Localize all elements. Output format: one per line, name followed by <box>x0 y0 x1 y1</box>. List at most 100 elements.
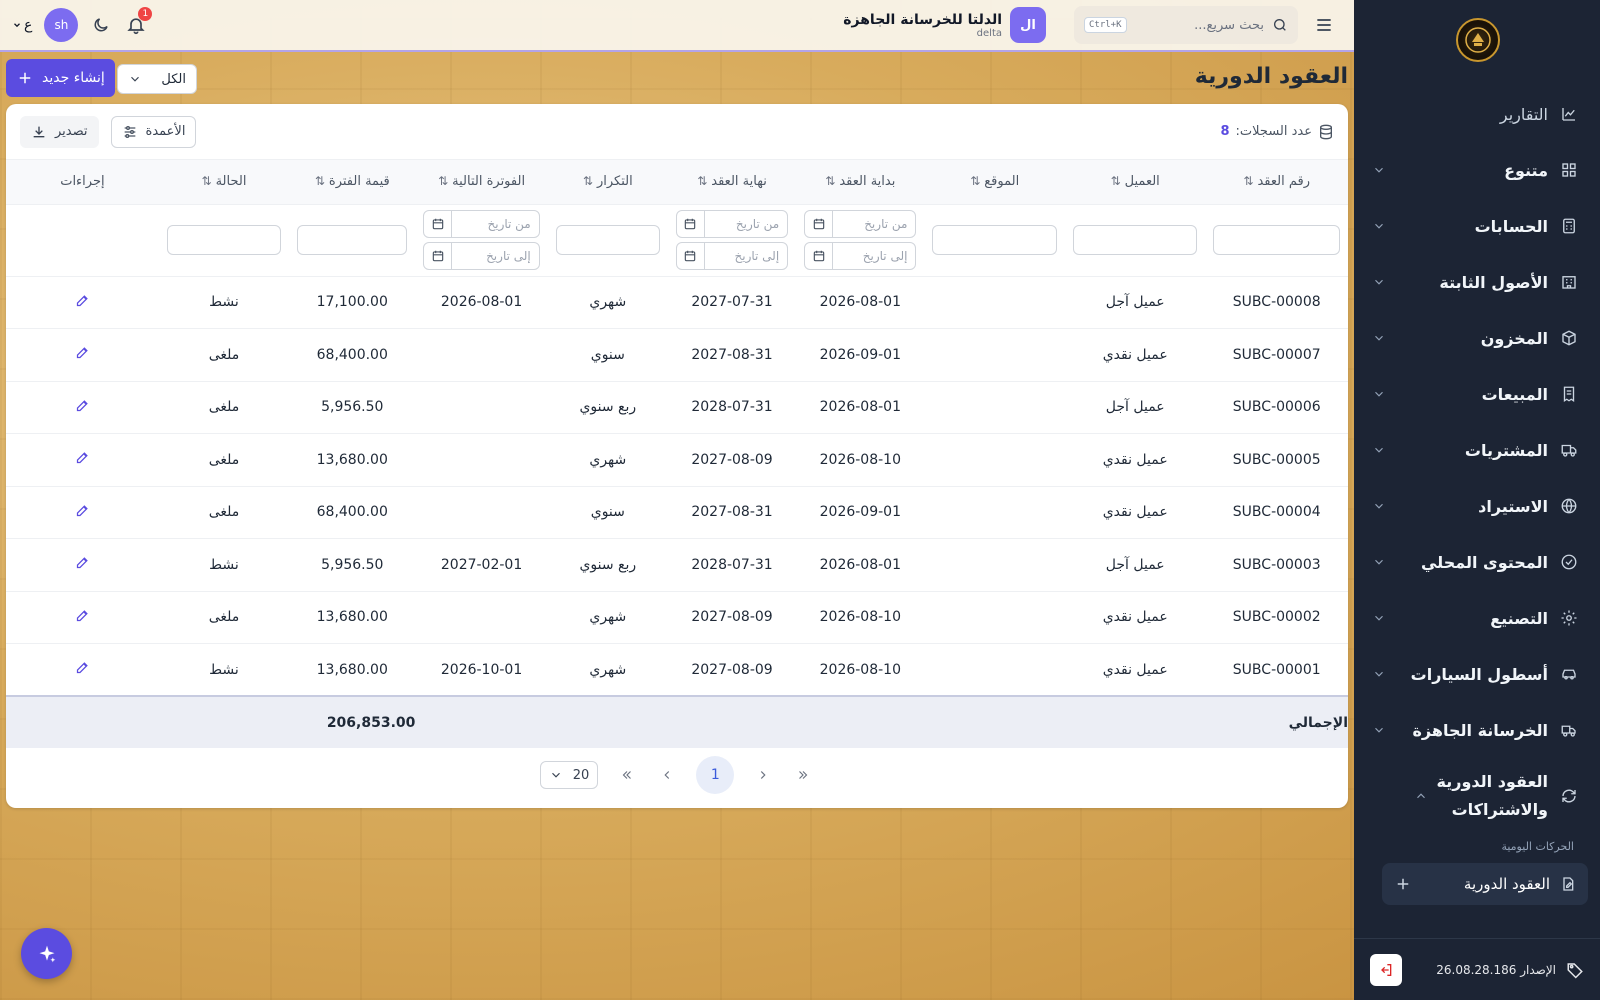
date-from-input[interactable]: من تاريخ <box>423 210 540 238</box>
sidebar-item-8[interactable]: المحتوى المحلي <box>1354 534 1600 590</box>
edit-icon[interactable] <box>75 345 90 360</box>
table-row[interactable]: SUBC-00003 عميل آجل 2026-08-01 2028-07-31 رب… <box>6 538 1348 592</box>
table-row[interactable]: SUBC-00004 عميل نقدي 2026-09-01 2027-08-31 س… <box>6 486 1348 539</box>
quick-search[interactable]: بحث سريع... Ctrl+K <box>1074 6 1298 44</box>
sort-icon: ⇅ <box>201 174 212 189</box>
ai-assistant-button[interactable] <box>21 928 72 979</box>
date-from-input[interactable]: من تاريخ <box>675 210 789 238</box>
date-to-input[interactable]: إلى تاريخ <box>675 242 789 270</box>
sidebar-item-6[interactable]: المشتريات <box>1354 422 1600 478</box>
sidebar-item-3[interactable]: الأصول الثابتة <box>1354 254 1600 310</box>
col-header-site[interactable]: الموقع⇅ <box>924 160 1065 205</box>
cell-start: 2026-08-10 <box>796 433 925 487</box>
col-header-end[interactable]: نهاية العقد⇅ <box>667 160 797 205</box>
col-header-customer[interactable]: العميل⇅ <box>1064 160 1206 205</box>
chevrons-left-icon <box>622 771 632 779</box>
sidebar-item-2[interactable]: الحسابات <box>1354 198 1600 254</box>
date-from-input[interactable]: من تاريخ <box>804 210 917 238</box>
table-row[interactable]: SUBC-00008 عميل آجل 2026-08-01 2027-07-31 شه… <box>6 276 1348 329</box>
filter-period-value[interactable] <box>297 225 408 255</box>
sidebar-item-1[interactable]: متنوع <box>1354 142 1600 198</box>
filter-contract-no[interactable] <box>1213 225 1340 255</box>
edit-icon[interactable] <box>75 608 90 623</box>
edit-icon[interactable] <box>75 660 90 675</box>
calendar-icon[interactable] <box>805 243 834 269</box>
edit-icon[interactable] <box>75 503 90 518</box>
last-page-button[interactable] <box>616 764 638 786</box>
table-row[interactable]: SUBC-00006 عميل آجل 2026-08-01 2028-07-31 رب… <box>6 381 1348 434</box>
filter-status[interactable] <box>166 225 282 255</box>
calendar-icon[interactable] <box>805 211 834 237</box>
chevron-down-icon <box>1375 671 1383 677</box>
columns-button[interactable]: الأعمدة <box>110 115 197 148</box>
filter-site[interactable] <box>932 225 1057 255</box>
calendar-icon[interactable] <box>424 211 453 237</box>
table-row[interactable]: SUBC-00007 عميل نقدي 2026-09-01 2027-08-31 س… <box>6 328 1348 382</box>
sidebar-footer: الإصدار 26.08.28.186 <box>1354 938 1600 1000</box>
table-row[interactable]: SUBC-00001 عميل نقدي 2026-08-10 2027-08-09 ش… <box>6 643 1348 697</box>
logout-button[interactable] <box>1370 953 1402 986</box>
sidebar-subitem-active[interactable]: العقود الدورية <box>1382 863 1588 905</box>
col-header-next-invoice[interactable]: الفوترة التالية⇅ <box>415 160 548 205</box>
cell-start: 2026-08-01 <box>796 381 925 434</box>
cell-actions <box>6 276 159 329</box>
language-switcher[interactable]: ع <box>12 17 32 33</box>
sidebar-item-0[interactable]: التقارير <box>1354 86 1600 142</box>
filter-customer[interactable] <box>1072 225 1198 255</box>
date-to-input[interactable]: إلى تاريخ <box>423 242 540 270</box>
cell-customer: عميل نقدي <box>1064 643 1206 697</box>
sidebar-item-10[interactable]: أسطول السيارات <box>1354 646 1600 702</box>
first-page-button[interactable] <box>792 764 814 786</box>
cell-value: 17,100.00 <box>289 276 416 329</box>
page-size-select[interactable]: 20 <box>539 761 599 789</box>
col-header-start[interactable]: بداية العقد⇅ <box>796 160 925 205</box>
calendar-icon[interactable] <box>424 243 453 269</box>
cell-customer: عميل نقدي <box>1064 328 1206 382</box>
export-button[interactable]: تصدير <box>20 115 99 148</box>
filter-recurrence[interactable] <box>555 225 660 255</box>
menu-toggle-icon[interactable] <box>1306 7 1342 43</box>
company-logo[interactable] <box>1456 18 1500 62</box>
user-avatar[interactable]: sh <box>44 8 79 42</box>
cell-next: 2026-08-01 <box>415 276 548 329</box>
sidebar-group-recurring-contracts[interactable]: العقود الدورية والاشتراكات <box>1354 758 1600 834</box>
col-header-recurrence[interactable]: التكرار⇅ <box>547 160 668 205</box>
edit-icon[interactable] <box>75 450 90 465</box>
sidebar-item-4[interactable]: المخزون <box>1354 310 1600 366</box>
current-page[interactable]: 1 <box>696 756 735 794</box>
table-row[interactable]: SUBC-00002 عميل نقدي 2026-08-10 2027-08-09 ش… <box>6 591 1348 644</box>
sidebar-item-7[interactable]: الاستيراد <box>1354 478 1600 534</box>
sidebar-item-9[interactable]: التصنيع <box>1354 590 1600 646</box>
sort-icon: ⇅ <box>825 174 836 189</box>
notifications-button[interactable]: 1 <box>124 7 153 37</box>
cell-customer: عميل نقدي <box>1064 591 1206 644</box>
next-page-button[interactable] <box>656 764 678 786</box>
edit-icon[interactable] <box>75 555 90 570</box>
theme-toggle[interactable] <box>90 14 112 36</box>
col-header-status[interactable]: الحالة⇅ <box>158 160 290 205</box>
cell-recurrence: سنوي <box>547 486 668 539</box>
edit-icon[interactable] <box>75 293 90 308</box>
prev-page-button[interactable] <box>752 764 774 786</box>
sort-icon: ⇅ <box>1243 174 1254 189</box>
record-count: عدد السجلات: 8 <box>1221 124 1335 140</box>
status-filter-select[interactable]: الكل <box>117 64 197 94</box>
col-header-contract-no[interactable]: رقم العقد⇅ <box>1205 160 1348 205</box>
sparkle-icon <box>39 945 55 962</box>
edit-icon[interactable] <box>75 398 90 413</box>
sidebar-item-5[interactable]: المبيعات <box>1354 366 1600 422</box>
create-new-button[interactable]: إنشاء جديد <box>6 59 115 97</box>
cell-no: SUBC-00007 <box>1205 328 1348 382</box>
date-to-input[interactable]: إلى تاريخ <box>804 242 917 270</box>
box-icon <box>1562 330 1576 346</box>
calendar-icon[interactable] <box>677 243 705 269</box>
company-switcher[interactable]: ال الدلتا للخرسانة الجاهزة delta <box>843 7 1046 43</box>
sidebar-item-11[interactable]: الخرسانة الجاهزة <box>1354 702 1600 758</box>
grid-icon <box>1562 163 1576 177</box>
calendar-icon[interactable] <box>677 211 705 237</box>
sort-icon: ⇅ <box>314 174 325 189</box>
language-label: ع <box>24 17 33 33</box>
table-row[interactable]: SUBC-00005 عميل نقدي 2026-08-10 2027-08-09 ش… <box>6 433 1348 487</box>
col-header-period-value[interactable]: قيمة الفترة⇅ <box>289 160 416 205</box>
chart-line-icon <box>1562 108 1575 121</box>
